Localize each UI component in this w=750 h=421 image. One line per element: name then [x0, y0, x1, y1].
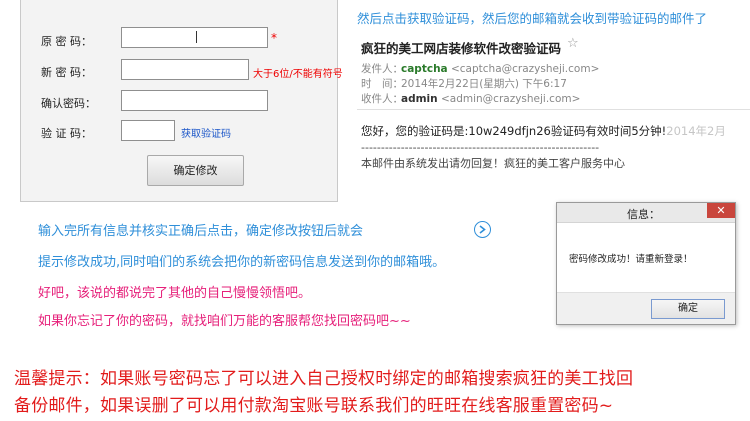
instruction-line-1: 输入完所有信息并核实正确后点击，确定修改按钮后就会 [38, 224, 364, 239]
confirm-change-button[interactable]: 确定修改 [147, 155, 244, 186]
text-cursor [196, 31, 197, 43]
instruction-line-4: 如果你忘记了你的密码，就找咱们万能的客服帮您找回密码吧~~ [38, 314, 411, 329]
star-icon[interactable]: ☆ [567, 36, 579, 51]
ok-button[interactable]: 确定 [651, 299, 725, 319]
email-footer: 本邮件由系统发出请勿回复！疯狂的美工客户服务中心 [361, 157, 625, 170]
recipient-name: admin [401, 93, 438, 105]
dialog-title: 信息： [627, 208, 660, 221]
confirm-password-input[interactable] [121, 90, 268, 111]
verification-code-label: 验 证 码： [41, 127, 92, 140]
tip-line-1: 温馨提示：如果账号密码忘了可以进入自己授权时绑定的邮箱搜索疯狂的美工找回 [14, 369, 634, 389]
sender-label: 发件人： [361, 63, 403, 75]
get-code-link[interactable]: 获取验证码 [181, 125, 231, 140]
email-date-fade: 2014年2月 [666, 124, 726, 138]
arrow-right-icon [474, 221, 491, 238]
dialog-titlebar: 信息： ✕ [557, 203, 735, 223]
confirm-password-label: 确认密码： [41, 97, 96, 110]
original-password-label: 原 密 码： [41, 35, 92, 48]
new-password-hint: 大于6位/不能有符号 [253, 69, 343, 80]
success-dialog: 信息： ✕ 密码修改成功！请重新登录！ 确定 [556, 202, 736, 325]
email-time-row: 时 间：2014年2月22日(星期六) 下午6:17 [361, 76, 567, 91]
password-change-form: 原 密 码： * 新 密 码： 大于6位/不能有符号 确认密码： 验 证 码： … [20, 0, 343, 202]
recipient-label: 收件人： [361, 93, 403, 105]
verification-code-input[interactable] [121, 120, 175, 141]
dialog-message: 密码修改成功！请重新登录！ [569, 254, 693, 265]
time-value: 2014年2月22日(星期六) 下午6:17 [401, 78, 567, 90]
recipient-address: <admin@crazysheji.com> [440, 93, 581, 105]
email-sender-row: 发件人：captcha <captcha@crazysheji.com> [361, 61, 599, 76]
email-divider [357, 109, 750, 110]
new-password-label: 新 密 码： [41, 66, 92, 79]
sender-address: <captcha@crazysheji.com> [450, 63, 600, 75]
email-subject: 疯狂的美工网店装修软件改密验证码 [361, 41, 562, 56]
dialog-body: 密码修改成功！请重新登录！ [557, 224, 735, 292]
original-password-input[interactable] [121, 27, 268, 48]
time-label: 时 间： [361, 78, 403, 90]
verification-code-text: 您好，您的验证码是:10w249dfjn26验证码有效时间5分钟! [361, 124, 667, 138]
new-password-input[interactable] [121, 59, 249, 80]
instruction-line-2: 提示修改成功,同时咱们的系统会把你的新密码信息发送到你的邮箱哦。 [38, 255, 446, 270]
email-body: 您好，您的验证码是:10w249dfjn26验证码有效时间5分钟!2014年2月 [361, 123, 726, 139]
email-recipient-row: 收件人：admin <admin@crazysheji.com> [361, 91, 580, 106]
email-separator: ----------------------------------------… [361, 141, 600, 154]
top-note: 然后点击获取验证码，然后您的邮箱就会收到带验证码的邮件了 [357, 11, 708, 26]
email-preview: 疯狂的美工网店装修软件改密验证码 ☆ 发件人：captcha <captcha@… [357, 33, 750, 173]
close-icon[interactable]: ✕ [707, 203, 735, 218]
sender-name: captcha [401, 63, 448, 75]
dialog-footer: 确定 [557, 292, 735, 324]
instruction-line-3: 好吧，该说的都说完了其他的自己慢慢领悟吧。 [38, 286, 312, 301]
required-mark: * [271, 31, 277, 45]
tip-line-2: 备份邮件，如果误删了可以用付款淘宝账号联系我们的旺旺在线客服重置密码~ [14, 396, 614, 416]
